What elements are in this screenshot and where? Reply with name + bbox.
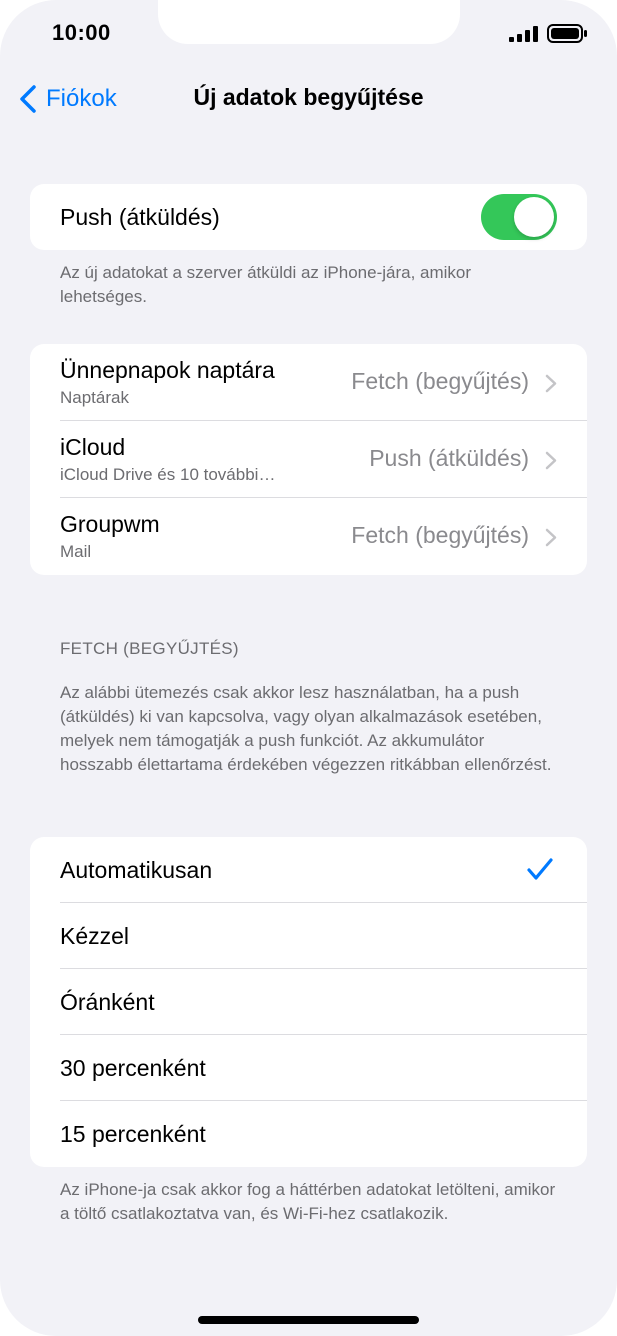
toggle-knob — [514, 197, 554, 237]
fetch-footnote: Az iPhone-ja csak akkor fog a háttérben … — [60, 1180, 556, 1223]
account-detail: Mail — [60, 542, 92, 561]
account-name: Ünnepnapok naptára — [60, 357, 275, 383]
account-name: Groupwm — [60, 511, 160, 537]
accounts-group: Ünnepnapok naptára Naptárak Fetch (begyű… — [30, 344, 587, 575]
push-footnote: Az új adatokat a szerver átküldi az iPho… — [60, 263, 472, 306]
home-indicator[interactable] — [198, 1316, 419, 1324]
fetch-option-label: 30 percenként — [60, 1054, 206, 1081]
fetch-option-label: 15 percenként — [60, 1120, 206, 1147]
chevron-right-icon — [545, 528, 557, 547]
notch — [158, 0, 460, 44]
phone-screen: 10:00 Fiókok Új adatok begyűjtése Push (… — [0, 0, 617, 1336]
fetch-option-label: Kézzel — [60, 922, 130, 949]
push-group: Push (átküldés) — [30, 184, 587, 250]
account-fetch-value: Fetch (begyűjtés) — [351, 368, 529, 394]
push-label: Push (átküldés) — [60, 203, 220, 230]
fetch-option[interactable]: 30 percenként — [30, 1035, 587, 1101]
fetch-section-header: FETCH (BEGYŰJTÉS) — [60, 639, 239, 658]
chevron-right-icon — [545, 374, 557, 393]
account-fetch-value: Fetch (begyűjtés) — [351, 522, 529, 548]
account-row[interactable]: Groupwm Mail Fetch (begyűjtés) — [30, 498, 587, 575]
battery-icon — [547, 24, 587, 43]
account-name: iCloud — [60, 434, 126, 460]
fetch-option-label: Óránként — [60, 988, 155, 1015]
fetch-option-label: Automatikusan — [60, 856, 213, 883]
account-fetch-value: Push (átküldés) — [369, 445, 529, 471]
account-row[interactable]: iCloud iCloud Drive és 10 további… Push … — [30, 421, 587, 498]
fetch-description: Az alábbi ütemezés csak akkor lesz haszn… — [60, 683, 552, 774]
checkmark-icon — [527, 858, 553, 880]
fetch-option[interactable]: 15 percenként — [30, 1101, 587, 1167]
account-row[interactable]: Ünnepnapok naptára Naptárak Fetch (begyű… — [30, 344, 587, 421]
push-toggle[interactable] — [481, 194, 557, 240]
page-title-text: Új adatok begyűjtése — [193, 84, 424, 110]
fetch-option[interactable]: Automatikusan — [30, 837, 587, 903]
fetch-option[interactable]: Kézzel — [30, 903, 587, 969]
account-detail: Naptárak — [60, 388, 129, 407]
cellular-signal-icon — [509, 26, 538, 42]
chevron-right-icon — [545, 451, 557, 470]
account-detail: iCloud Drive és 10 további… — [60, 465, 276, 484]
push-row: Push (átküldés) — [30, 184, 587, 250]
page-title: Új adatok begyűjtése — [0, 84, 617, 111]
fetch-options-group: Automatikusan Kézzel Óránként 30 percenk… — [30, 837, 587, 1167]
status-time: 10:00 — [52, 20, 111, 45]
fetch-option[interactable]: Óránként — [30, 969, 587, 1035]
